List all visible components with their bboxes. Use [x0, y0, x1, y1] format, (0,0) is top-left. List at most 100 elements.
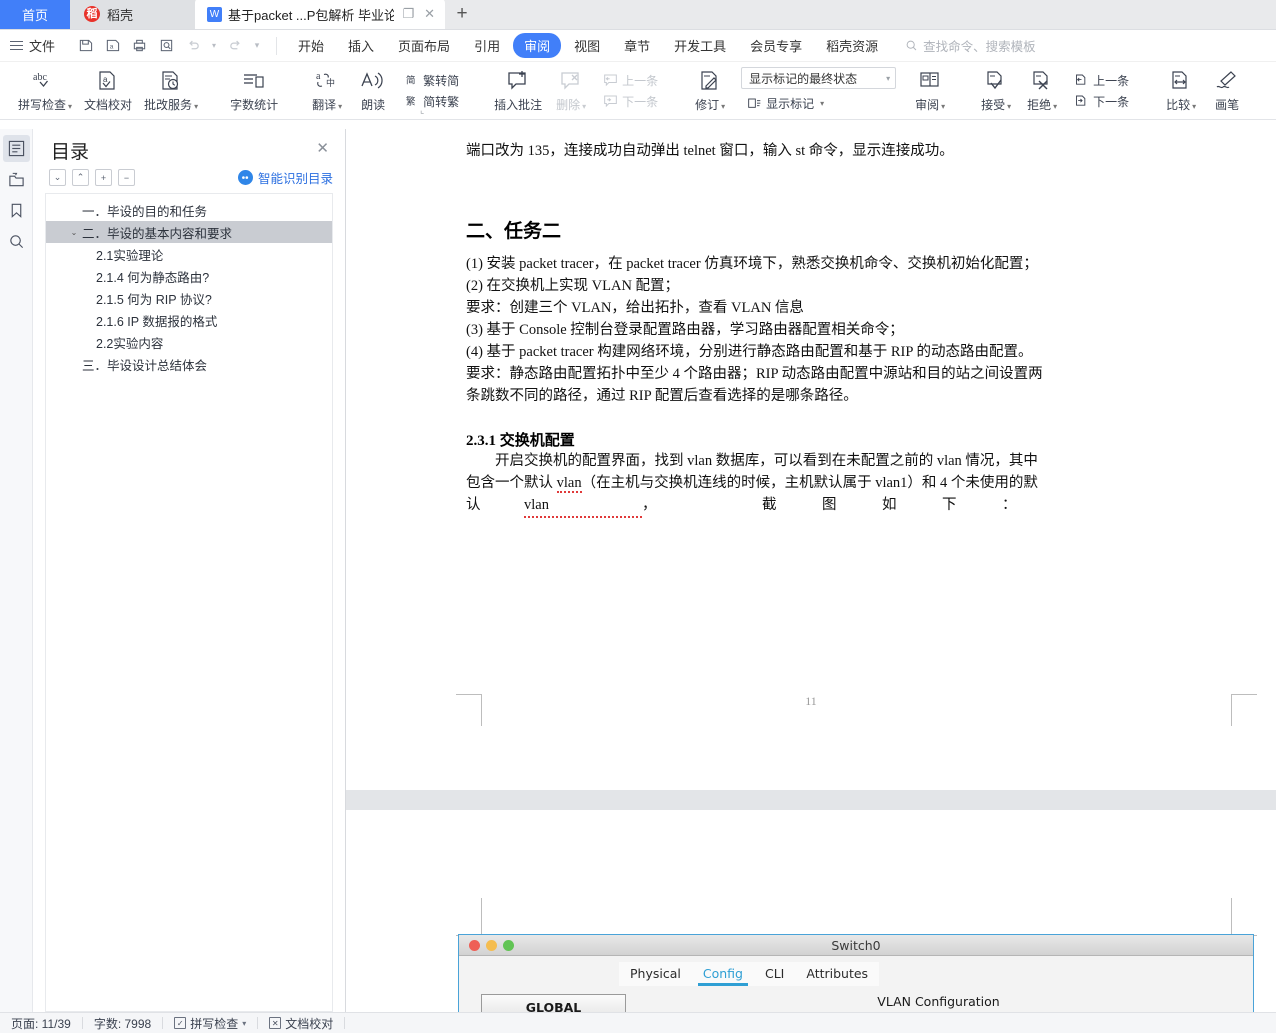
brush-button[interactable]: 画笔	[1204, 62, 1250, 119]
spell-check-button[interactable]: abc 拼写检查▾	[12, 62, 78, 119]
sidebar-item-thumbnails[interactable]	[3, 166, 30, 193]
sidebar-item-outline[interactable]	[3, 135, 30, 162]
document-proofread-button[interactable]: a 文档校对	[78, 62, 138, 119]
print-preview-icon[interactable]	[154, 34, 178, 58]
save-as-icon[interactable]: a	[100, 34, 124, 58]
simp-to-trad-button[interactable]: 繁 简转繁	[399, 91, 465, 112]
tab-references[interactable]: 引用	[463, 33, 511, 58]
file-menu-button[interactable]: 文件	[10, 36, 55, 55]
chevron-down-icon[interactable]: ⌄	[66, 228, 82, 237]
pt-sidebar: GLOBAL Settings	[481, 994, 626, 1012]
translate-button[interactable]: a中 翻译▾	[304, 62, 350, 119]
menu-bar: 文件 a ▾ ▾ 开始 插入	[0, 30, 1276, 62]
body-text: 开启交换机的配置界面，找到 vlan 数据库，可以看到在未配置之前的 vlan …	[495, 453, 1038, 469]
list-item[interactable]: 2.1.6 IP 数据报的格式	[46, 309, 332, 331]
read-aloud-button[interactable]: 朗读	[350, 62, 396, 119]
revision-service-button[interactable]: 批改服务▾	[138, 62, 204, 119]
list-item[interactable]: 三．毕设设计总结体会	[46, 353, 332, 375]
delete-comment-button[interactable]: 删除▾	[548, 62, 594, 119]
document-page[interactable]: 端口改为 135，连接成功自动弹出 telnet 窗口，输入 st 命令，显示连…	[346, 129, 1276, 790]
list-item[interactable]: 2.1.5 何为 RIP 协议?	[46, 287, 332, 309]
track-changes-button[interactable]: 修订▾	[687, 62, 733, 119]
pt-section-title: VLAN Configuration	[638, 994, 1239, 1012]
search-command-box[interactable]: 查找命令、搜索模板	[905, 36, 1036, 55]
list-item[interactable]: ⌄ 二．毕设的基本内容和要求	[46, 221, 332, 243]
expand-all-button[interactable]: +	[95, 169, 112, 186]
tab-page-layout[interactable]: 页面布局	[387, 33, 461, 58]
previous-change-button[interactable]: 上一条	[1068, 70, 1135, 91]
next-change-button[interactable]: 下一条	[1068, 91, 1135, 112]
undo-icon[interactable]	[181, 34, 205, 58]
collapse-down-button[interactable]: ⌄	[49, 169, 66, 186]
document-page[interactable]: Switch0 Physical Config CLI Attributes G…	[346, 810, 1276, 1012]
pt-tab-physical[interactable]: Physical	[619, 962, 692, 986]
tab-docer[interactable]: 稻 稻壳	[70, 0, 195, 29]
pt-tab-config[interactable]: Config	[692, 962, 754, 986]
list-item[interactable]: 2.2实验内容	[46, 331, 332, 353]
tab-docer-resources[interactable]: 稻壳资源	[815, 33, 889, 58]
close-tab-icon[interactable]: ✕	[422, 6, 437, 22]
delete-comment-label: 删除	[556, 98, 580, 112]
status-proofread[interactable]: ✕ 文档校对	[258, 1013, 344, 1033]
list-item[interactable]: 2.1.4 何为静态路由?	[46, 265, 332, 287]
tab-home[interactable]: 首页	[0, 0, 70, 29]
list-item[interactable]: 2.1实验理论	[46, 243, 332, 265]
next-comment-button[interactable]: 下一条	[597, 91, 664, 112]
status-proofread-label: 文档校对	[285, 1015, 333, 1032]
show-markup-button[interactable]: 显示标记 ▾	[741, 93, 896, 114]
word-count-button[interactable]: 字数统计	[224, 62, 284, 119]
chevron-down-icon[interactable]: ▾	[242, 1019, 246, 1028]
comment-next-icon	[603, 94, 618, 108]
change-next-icon	[1074, 94, 1089, 108]
tab-developer-tools[interactable]: 开发工具	[663, 33, 737, 58]
svg-text:a: a	[316, 71, 321, 82]
doc-clock-icon	[158, 69, 184, 95]
reject-icon	[1029, 69, 1055, 95]
previous-comment-button[interactable]: 上一条	[597, 70, 664, 91]
trad-to-simp-button[interactable]: 简 繁转简	[399, 70, 465, 91]
pt-tab-cli[interactable]: CLI	[754, 962, 795, 986]
restrict-editing-button[interactable]: 限制编辑	[1270, 62, 1276, 119]
tab-start[interactable]: 开始	[287, 33, 335, 58]
print-icon[interactable]	[127, 34, 151, 58]
page-title: 目录	[51, 137, 89, 164]
markup-display-dropdown[interactable]: 显示标记的最终状态 ▾	[741, 67, 896, 89]
comment-prev-icon	[603, 73, 618, 87]
tab-insert[interactable]: 插入	[337, 33, 385, 58]
sidebar-item-bookmarks[interactable]	[3, 197, 30, 224]
smart-toc-button[interactable]: 智能识别目录	[238, 168, 333, 187]
tab-member-exclusive[interactable]: 会员专享	[739, 33, 813, 58]
pt-tab-attributes[interactable]: Attributes	[795, 962, 879, 986]
restore-window-icon[interactable]: ❐	[400, 6, 416, 22]
change-prev-icon	[1074, 73, 1089, 87]
tab-chapter[interactable]: 章节	[613, 33, 661, 58]
close-icon[interactable]: ✕	[312, 137, 333, 160]
tab-review[interactable]: 审阅	[513, 33, 561, 58]
new-tab-button[interactable]: +	[445, 0, 479, 29]
quick-access-toolbar: a ▾ ▾	[65, 34, 272, 58]
review-pane-button[interactable]: 审阅▾	[907, 62, 953, 119]
collapse-up-button[interactable]: ⌃	[72, 169, 89, 186]
trad-simp-icon: 简	[405, 73, 419, 87]
pt-title-bar: Switch0	[459, 935, 1253, 956]
status-page-indicator[interactable]: 页面: 11/39	[0, 1013, 82, 1033]
body-text: 认	[466, 494, 524, 518]
document-canvas[interactable]: 端口改为 135，连接成功自动弹出 telnet 窗口，输入 st 命令，显示连…	[346, 129, 1276, 1012]
language-group-expander-icon[interactable]: ⌞	[420, 105, 424, 116]
compare-button[interactable]: 比较▾	[1158, 62, 1204, 119]
accept-change-button[interactable]: 接受▾	[973, 62, 1019, 119]
collapse-all-button[interactable]: −	[118, 169, 135, 186]
undo-dropdown-icon[interactable]: ▾	[208, 34, 220, 58]
save-icon[interactable]	[73, 34, 97, 58]
tab-view[interactable]: 视图	[563, 33, 611, 58]
customize-quick-access-icon[interactable]: ▾	[250, 34, 264, 58]
redo-icon[interactable]	[223, 34, 247, 58]
pt-config-pane: VLAN Configuration VLAN Number 1	[638, 994, 1239, 1012]
tab-document[interactable]: W 基于packet ...P包解析 毕业论文 ❐ ✕	[195, 0, 445, 29]
sidebar-item-search[interactable]	[3, 228, 30, 255]
insert-comment-button[interactable]: 插入批注	[488, 62, 548, 119]
reject-change-button[interactable]: 拒绝▾	[1019, 62, 1065, 119]
status-word-count[interactable]: 字数: 7998	[83, 1013, 162, 1033]
list-item[interactable]: 一．毕设的目的和任务	[46, 199, 332, 221]
status-spell-check[interactable]: ✓ 拼写检查 ▾	[163, 1013, 257, 1033]
